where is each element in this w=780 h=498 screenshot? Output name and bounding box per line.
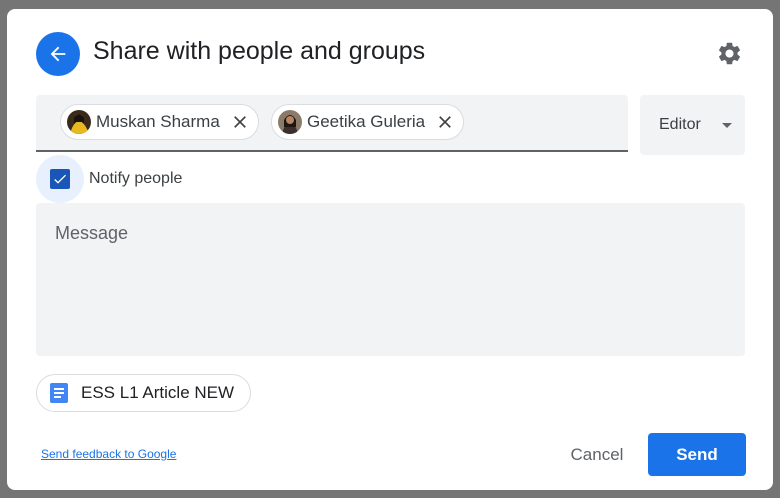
checkbox-box xyxy=(50,169,70,189)
caret-down-icon xyxy=(721,122,732,128)
close-icon xyxy=(233,116,246,128)
share-dialog: Share with people and groups Muskan Shar… xyxy=(7,9,773,490)
cancel-button[interactable]: Cancel xyxy=(559,437,635,473)
message-placeholder: Message xyxy=(55,223,129,243)
dialog-title: Share with people and groups xyxy=(93,37,426,65)
notify-checkbox[interactable] xyxy=(36,155,84,203)
attachment-name: ESS L1 Article NEW xyxy=(81,383,235,402)
close-icon xyxy=(439,116,451,128)
recipient-chip: Geetika Guleria xyxy=(271,104,465,140)
send-button[interactable]: Send xyxy=(648,433,746,476)
recipient-name: Geetika Guleria xyxy=(307,112,426,131)
recipients-field[interactable]: Muskan Sharma Geetika Guleria xyxy=(36,95,628,152)
avatar xyxy=(278,110,302,134)
role-dropdown[interactable]: Editor xyxy=(640,95,745,155)
remove-recipient-button[interactable] xyxy=(433,110,457,134)
settings-button[interactable] xyxy=(715,39,743,67)
avatar xyxy=(67,110,91,134)
notify-label: Notify people xyxy=(89,170,183,187)
feedback-link[interactable]: Send feedback to Google xyxy=(41,447,176,461)
back-button[interactable] xyxy=(36,32,80,76)
recipient-name: Muskan Sharma xyxy=(96,112,220,131)
arrow-left-icon xyxy=(50,46,66,62)
attachment-chip[interactable]: ESS L1 Article NEW xyxy=(36,374,251,412)
role-label: Editor xyxy=(659,116,701,133)
message-input[interactable]: Message xyxy=(36,203,745,356)
gear-icon xyxy=(718,42,740,64)
checkmark-icon xyxy=(54,174,66,184)
recipient-chip: Muskan Sharma xyxy=(60,104,259,140)
google-docs-icon xyxy=(50,383,68,403)
remove-recipient-button[interactable] xyxy=(228,110,252,134)
